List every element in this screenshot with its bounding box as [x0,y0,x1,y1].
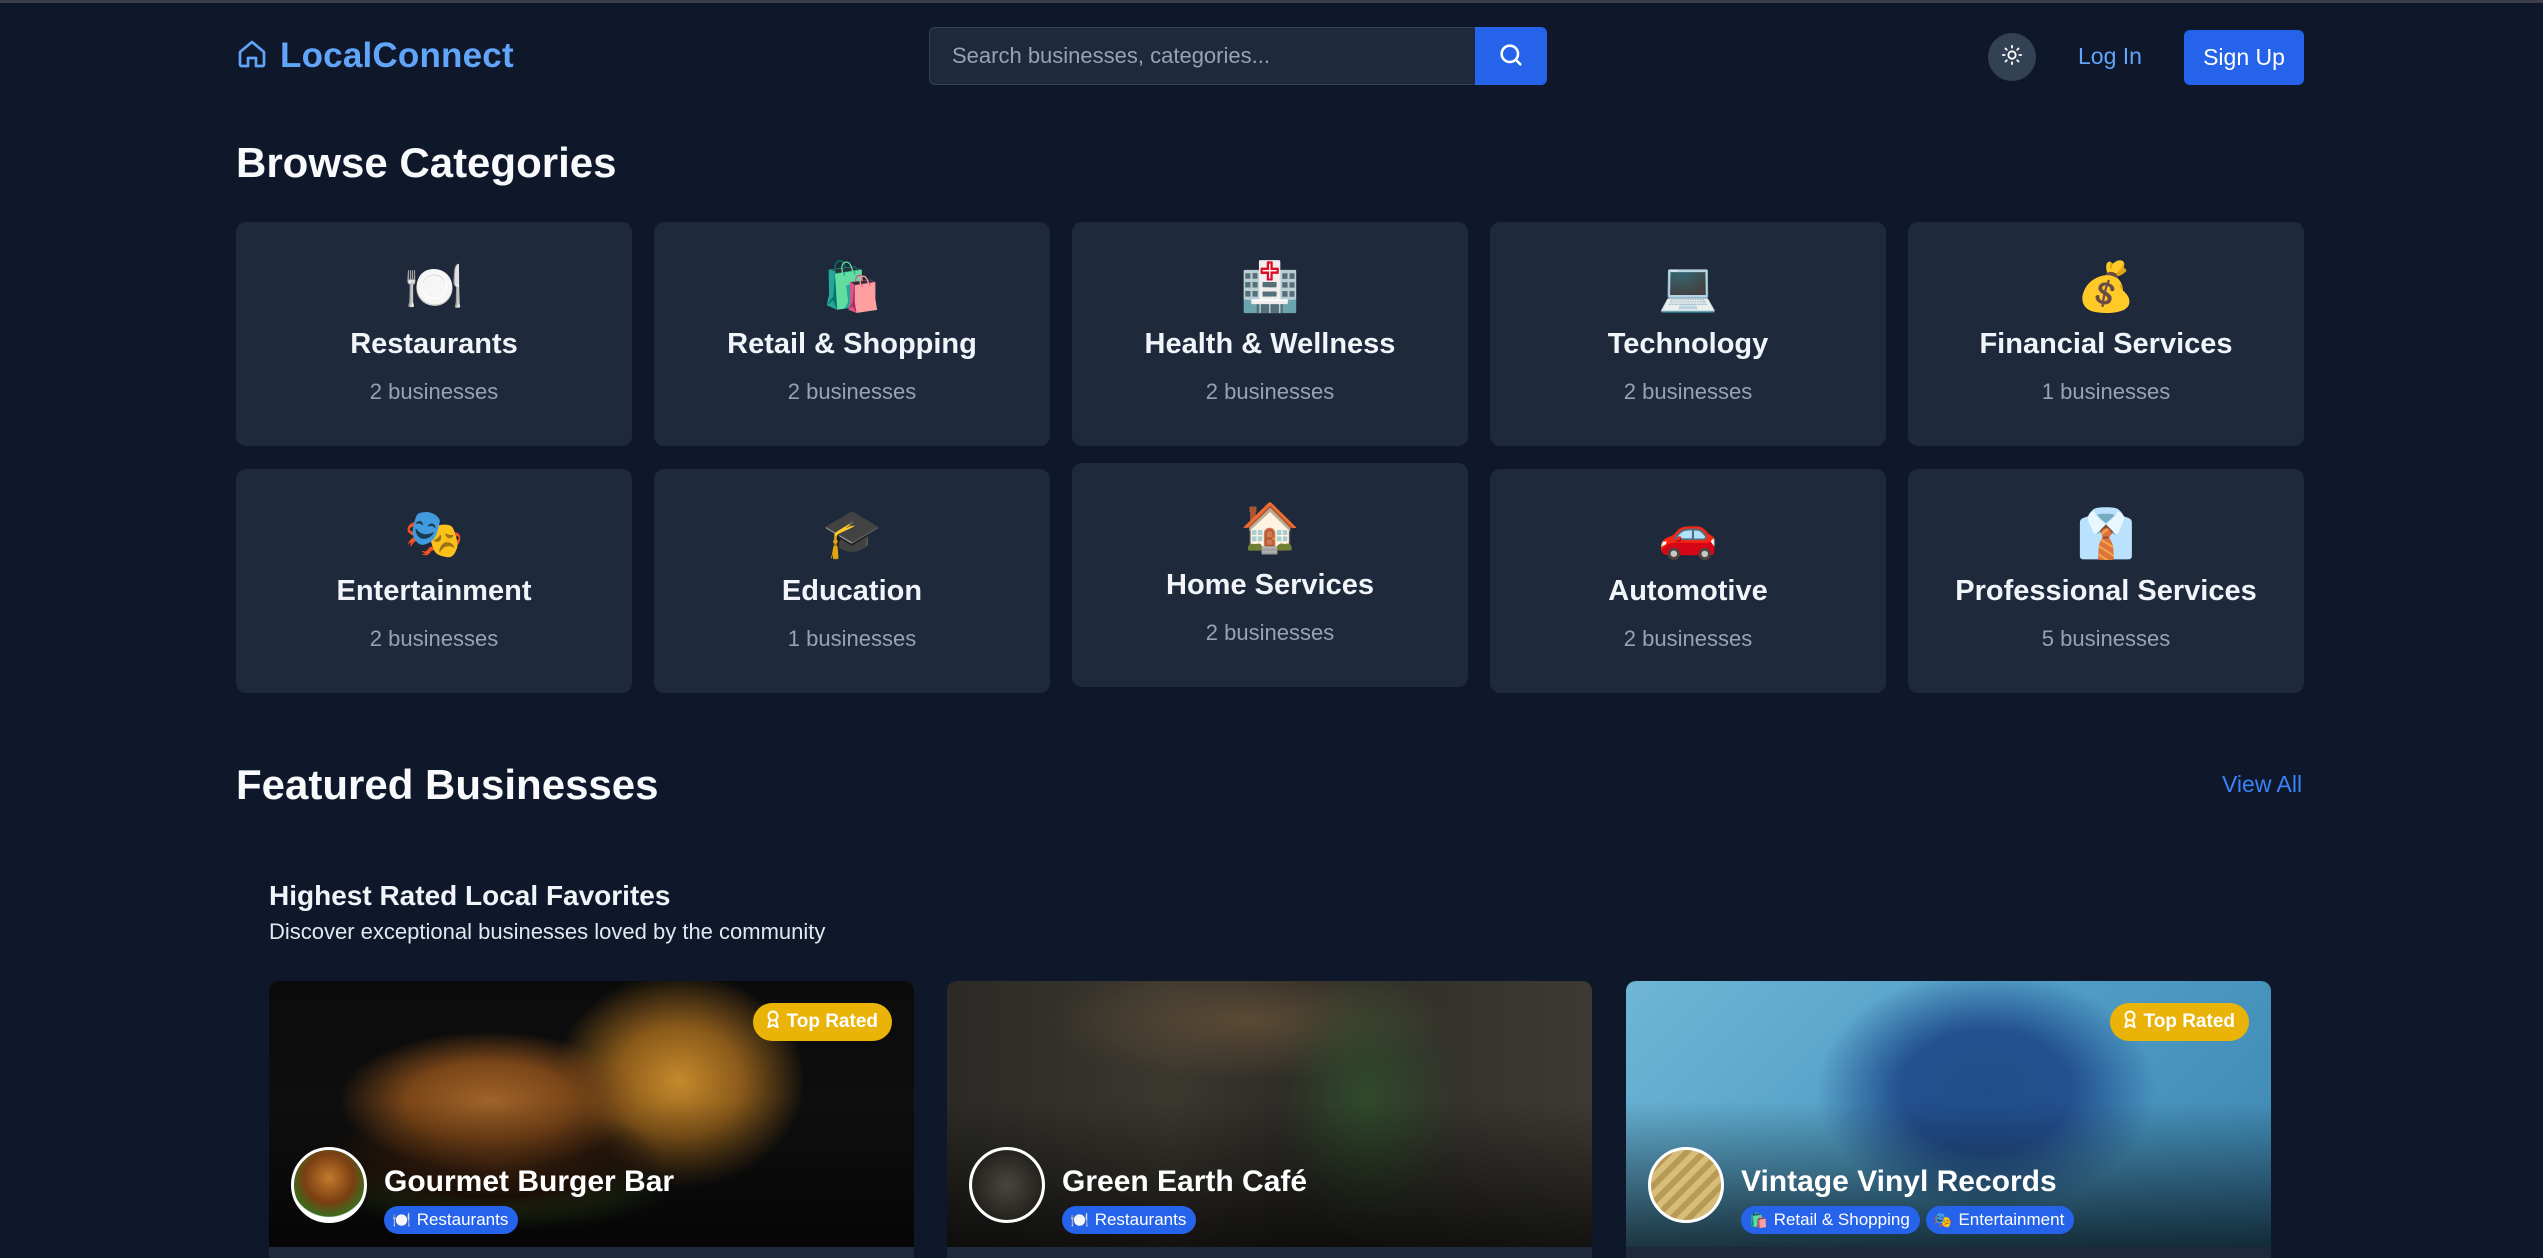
category-tag[interactable]: 🛍️ Retail & Shopping [1741,1206,1920,1234]
search-button[interactable] [1475,27,1547,85]
shopping-bags-icon: 🛍️ [1749,1212,1768,1229]
laptop-icon: 💻 [1658,261,1718,314]
category-card-retail-shopping[interactable]: 🛍️ Retail & Shopping 2 businesses [654,222,1050,446]
category-count: 2 businesses [1623,626,1753,651]
card-footer [1626,1247,2271,1258]
categories-title: Browse Categories [236,139,617,186]
category-tags: 🍽️ Restaurants [1062,1206,1197,1234]
business-name: Vintage Vinyl Records [1741,1165,2057,1198]
view-all-link[interactable]: View All [2222,771,2302,798]
card-footer [269,1247,914,1258]
category-count: 2 businesses [1205,620,1335,645]
category-card-education[interactable]: 🎓 Education 1 businesses [654,469,1050,693]
business-avatar [291,1147,367,1223]
category-card-health-wellness[interactable]: 🏥 Health & Wellness 2 businesses [1072,222,1468,446]
theater-masks-icon: 🎭 [1933,1212,1953,1229]
category-count: 2 businesses [1623,379,1753,404]
brand-logo[interactable]: LocalConnect [236,36,514,76]
category-count: 5 businesses [2041,626,2171,651]
business-name: Green Earth Café [1062,1165,1308,1198]
category-tags: 🛍️ Retail & Shopping 🎭 Entertainment [1741,1206,2075,1234]
category-card-financial-services[interactable]: 💰 Financial Services 1 businesses [1908,222,2304,446]
category-card-restaurants[interactable]: 🍽️ Restaurants 2 businesses [236,222,632,446]
category-name: Automotive [1608,575,1768,607]
business-card-vintage-vinyl-records[interactable]: Top Rated Vintage Vinyl Records 🛍️ Retai… [1626,981,2271,1258]
theme-toggle-button[interactable] [1988,33,2036,81]
category-card-technology[interactable]: 💻 Technology 2 businesses [1490,222,1886,446]
business-name: Gourmet Burger Bar [384,1165,675,1198]
category-name: Financial Services [1979,328,2233,360]
category-name: Retail & Shopping [727,328,977,360]
card-footer [947,1247,1592,1258]
money-bag-icon: 💰 [2076,261,2136,314]
badge-label: Top Rated [2143,1011,2235,1032]
shopping-bags-icon: 🛍️ [822,261,882,314]
category-tag[interactable]: 🍽️ Restaurants [384,1206,519,1234]
plate-icon: 🍽️ [392,1212,411,1229]
featured-subtitle: Highest Rated Local Favorites [269,880,671,911]
category-count: 2 businesses [1205,379,1335,404]
home-icon [236,38,268,75]
tag-label: Restaurants [416,1210,509,1229]
business-card-gourmet-burger-bar[interactable]: Top Rated Gourmet Burger Bar 🍽️ Restaura… [269,981,914,1258]
hospital-icon: 🏥 [1240,261,1300,314]
business-card-green-earth-cafe[interactable]: Green Earth Café 🍽️ Restaurants [947,981,1592,1258]
plate-icon: 🍽️ [404,261,464,314]
featured-description: Discover exceptional businesses loved by… [269,919,826,944]
tag-label: Retail & Shopping [1773,1210,1910,1229]
category-count: 1 businesses [2041,379,2171,404]
tag-label: Restaurants [1094,1210,1187,1229]
category-count: 2 businesses [369,626,499,651]
house-icon: 🏠 [1240,502,1300,555]
category-tags: 🍽️ Restaurants [384,1206,519,1234]
award-icon [765,1010,781,1034]
category-name: Technology [1607,328,1769,360]
signup-button[interactable]: Sign Up [2184,30,2304,85]
suit-icon: 👔 [2076,508,2136,561]
category-tag[interactable]: 🎭 Entertainment [1925,1206,2075,1234]
top-rated-badge: Top Rated [752,1003,892,1041]
top-navbar: LocalConnect Log In Sign Up [0,6,2543,108]
search-bar [929,27,1547,85]
featured-title: Featured Businesses [236,761,659,808]
graduation-cap-icon: 🎓 [822,508,882,561]
category-name: Education [781,575,923,607]
sun-icon [2001,44,2023,71]
business-avatar [1648,1147,1724,1223]
car-icon: 🚗 [1658,508,1718,561]
theater-masks-icon: 🎭 [404,508,464,561]
top-rated-badge: Top Rated [2109,1003,2249,1041]
category-tag[interactable]: 🍽️ Restaurants [1062,1206,1197,1234]
badge-label: Top Rated [786,1011,878,1032]
plate-icon: 🍽️ [1070,1212,1089,1229]
search-input[interactable] [929,27,1475,85]
category-name: Professional Services [1955,575,2257,607]
tag-label: Entertainment [1958,1210,2065,1229]
category-name: Health & Wellness [1144,328,1396,360]
category-count: 2 businesses [369,379,499,404]
award-icon [2122,1010,2138,1034]
category-card-entertainment[interactable]: 🎭 Entertainment 2 businesses [236,469,632,693]
login-link[interactable]: Log In [2078,43,2142,70]
category-count: 2 businesses [787,379,917,404]
search-icon [1497,41,1525,72]
category-card-professional-services[interactable]: 👔 Professional Services 5 businesses [1908,469,2304,693]
category-name: Home Services [1166,569,1374,601]
business-avatar [969,1147,1045,1223]
category-name: Entertainment [336,575,532,607]
brand-name: LocalConnect [280,36,514,75]
category-count: 1 businesses [787,626,917,651]
category-card-automotive[interactable]: 🚗 Automotive 2 businesses [1490,469,1886,693]
category-card-home-services[interactable]: 🏠 Home Services 2 businesses [1072,463,1468,687]
category-name: Restaurants [350,328,518,360]
